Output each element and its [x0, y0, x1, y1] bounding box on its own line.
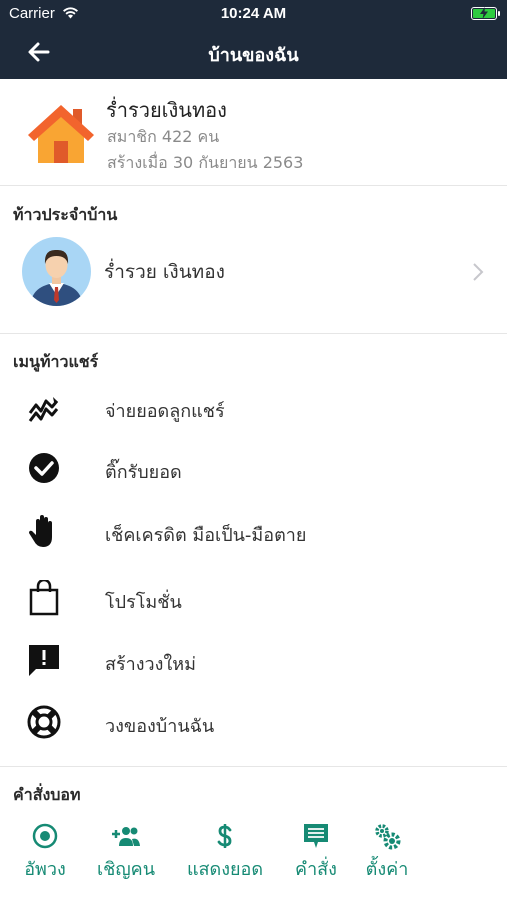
gears-icon — [375, 824, 401, 850]
check-circle-icon — [29, 453, 59, 483]
alert-message-icon — [29, 645, 59, 676]
commands-section-title: คำสั่งบอท — [13, 785, 81, 804]
menu-item-house-circles[interactable]: วงของบ้านฉัน — [0, 694, 507, 750]
divider — [0, 766, 507, 767]
house-icon — [28, 105, 94, 163]
status-bar: Carrier 10:24 AM — [0, 0, 507, 28]
owner-row[interactable]: ร่ำรวย เงินทอง — [0, 236, 507, 308]
record-icon — [32, 823, 58, 849]
house-member-count: สมาชิก 422 คน — [107, 127, 220, 146]
cmd-label: อัพวง — [24, 859, 66, 880]
menu-item-check-credit[interactable]: เช็คเครดิต มือเป็น-มือตาย — [0, 503, 507, 559]
menu-section-title: เมนูท้าวแชร์ — [13, 352, 99, 371]
divider — [0, 333, 507, 334]
menu-item-label: จ่ายยอดลูกแชร์ — [105, 401, 225, 422]
hand-icon — [29, 515, 52, 547]
menu-item-label: โปรโมชั่น — [105, 592, 182, 613]
cmd-settings[interactable]: ตั้งค่า — [342, 818, 432, 880]
house-name: ร่ำรวยเงินทอง — [106, 98, 227, 122]
menu-item-promotion[interactable]: โปรโมชั่น — [0, 570, 507, 626]
menu-item-label: เช็คเครดิต มือเป็น-มือตาย — [105, 525, 307, 546]
cmd-update-circle[interactable]: อัพวง — [0, 818, 90, 880]
menu-item-pay-members[interactable]: จ่ายยอดลูกแชร์ — [0, 379, 507, 435]
cmd-show-balance[interactable]: แสดงยอด — [180, 818, 270, 880]
status-time: 10:24 AM — [220, 5, 287, 22]
chevron-right-icon — [473, 263, 484, 281]
dollar-icon — [217, 824, 232, 848]
house-card: ร่ำรวยเงินทอง สมาชิก 422 คน สร้างเมื่อ 3… — [0, 79, 507, 186]
top-bar: Carrier 10:24 AM บ้านของฉัน — [0, 0, 507, 79]
cmd-label: ตั้งค่า — [365, 859, 409, 880]
house-created-date: สร้างเมื่อ 30 กันยายน 2563 — [107, 153, 304, 172]
page-title: บ้านของฉัน — [208, 45, 299, 66]
owner-name: ร่ำรวย เงินทอง — [104, 261, 225, 283]
chart-down-icon — [28, 397, 59, 422]
shopping-bag-icon — [29, 580, 59, 616]
cmd-invite[interactable]: เชิญคน — [81, 818, 171, 880]
menu-item-label: วงของบ้านฉัน — [105, 716, 215, 737]
battery-icon — [471, 7, 500, 20]
menu-item-tick-receive[interactable]: ติ๊กรับยอด — [0, 440, 507, 496]
charging-bolt-icon — [480, 7, 488, 19]
owner-section-title: ท้าวประจำบ้าน — [13, 205, 118, 224]
message-list-icon — [304, 824, 328, 848]
cmd-label: แสดงยอด — [186, 859, 264, 880]
menu-item-create-circle[interactable]: สร้างวงใหม่ — [0, 632, 507, 688]
user-avatar-icon — [22, 237, 91, 306]
lifebuoy-icon — [27, 705, 61, 739]
add-group-icon — [112, 827, 140, 846]
nav-bar: บ้านของฉัน — [0, 28, 507, 79]
cmd-label: เชิญคน — [96, 859, 156, 880]
menu-item-label: สร้างวงใหม่ — [105, 654, 196, 675]
menu-item-label: ติ๊กรับยอด — [105, 462, 182, 483]
